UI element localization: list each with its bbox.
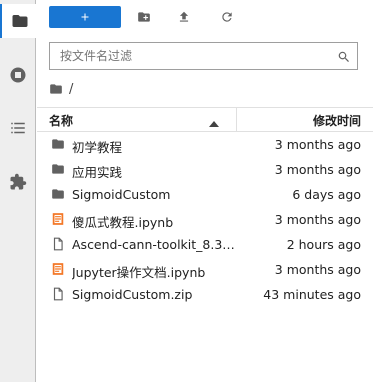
refresh-icon: [222, 12, 232, 22]
refresh-button[interactable]: [218, 8, 236, 26]
file-modified: 6 days ago: [292, 187, 361, 202]
file-list-header: 名称 修改时间: [37, 107, 373, 132]
folder-icon: [51, 187, 65, 201]
search-icon: [337, 49, 351, 63]
notebook-icon: [51, 212, 65, 226]
column-divider[interactable]: [236, 108, 237, 131]
list-icon: [11, 122, 25, 134]
file-modified: 3 months ago: [274, 212, 361, 227]
activity-bar: [0, 0, 37, 382]
file-modified: 3 months ago: [274, 137, 361, 152]
file-row[interactable]: Jupyter操作文档.ipynb 3 months ago: [37, 257, 373, 282]
folder-icon: [12, 15, 27, 27]
file-list: 初学教程 3 months ago 应用实践 3 months ago SigmoidC…: [37, 132, 373, 307]
command-palette-tab[interactable]: [0, 111, 36, 145]
file-name: 初学教程: [72, 140, 123, 155]
plus-icon: [81, 13, 89, 21]
breadcrumb: /: [49, 80, 73, 98]
file-name: Ascend-cann-toolkit_8.3.R...: [72, 237, 237, 252]
file-row[interactable]: SigmoidCustom.zip 43 minutes ago: [37, 282, 373, 307]
new-launcher-button[interactable]: [49, 6, 121, 28]
file-modified: 3 months ago: [274, 162, 361, 177]
upload-icon: [179, 11, 189, 22]
file-icon: [51, 287, 65, 301]
file-row[interactable]: 应用实践 3 months ago: [37, 157, 373, 182]
file-modified: 2 hours ago: [286, 237, 361, 252]
new-folder-button[interactable]: [135, 8, 153, 26]
file-name: 傻瓜式教程.ipynb: [72, 215, 174, 230]
file-row[interactable]: Ascend-cann-toolkit_8.3.R... 2 hours ago: [37, 232, 373, 257]
file-modified: 3 months ago: [274, 262, 361, 277]
upload-button[interactable]: [175, 8, 193, 26]
file-name: Jupyter操作文档.ipynb: [72, 265, 206, 280]
name-column-header[interactable]: 名称: [49, 112, 73, 129]
filter-box: [49, 42, 358, 70]
sort-ascending-icon[interactable]: [209, 116, 219, 127]
file-browser-tab[interactable]: [0, 4, 37, 38]
running-tab[interactable]: [0, 58, 36, 92]
folder-icon: [51, 137, 65, 151]
breadcrumb-path[interactable]: /: [69, 82, 73, 97]
file-name: SigmoidCustom: [72, 187, 171, 202]
file-name: SigmoidCustom.zip: [72, 287, 193, 302]
jupyterlab-app: / 名称 修改时间 初学教程 3 months ago 应用实践 3 months a…: [0, 0, 373, 382]
file-row[interactable]: 傻瓜式教程.ipynb 3 months ago: [37, 207, 373, 232]
puzzle-icon: [10, 173, 27, 190]
file-modified: 43 minutes ago: [263, 287, 361, 302]
new-folder-icon: [138, 12, 150, 22]
filter-input[interactable]: [50, 43, 332, 69]
notebook-icon: [51, 262, 65, 276]
file-row[interactable]: SigmoidCustom 6 days ago: [37, 182, 373, 207]
home-folder-icon[interactable]: [49, 82, 63, 96]
file-browser-panel: / 名称 修改时间 初学教程 3 months ago 应用实践 3 months a…: [37, 0, 373, 382]
folder-icon: [51, 162, 65, 176]
stop-circle-icon: [10, 67, 26, 83]
extension-manager-tab[interactable]: [0, 165, 36, 199]
file-row[interactable]: 初学教程 3 months ago: [37, 132, 373, 157]
file-name: 应用实践: [72, 165, 123, 180]
modified-column-header[interactable]: 修改时间: [313, 112, 361, 129]
file-browser-toolbar: [37, 0, 373, 36]
file-icon: [51, 237, 65, 251]
